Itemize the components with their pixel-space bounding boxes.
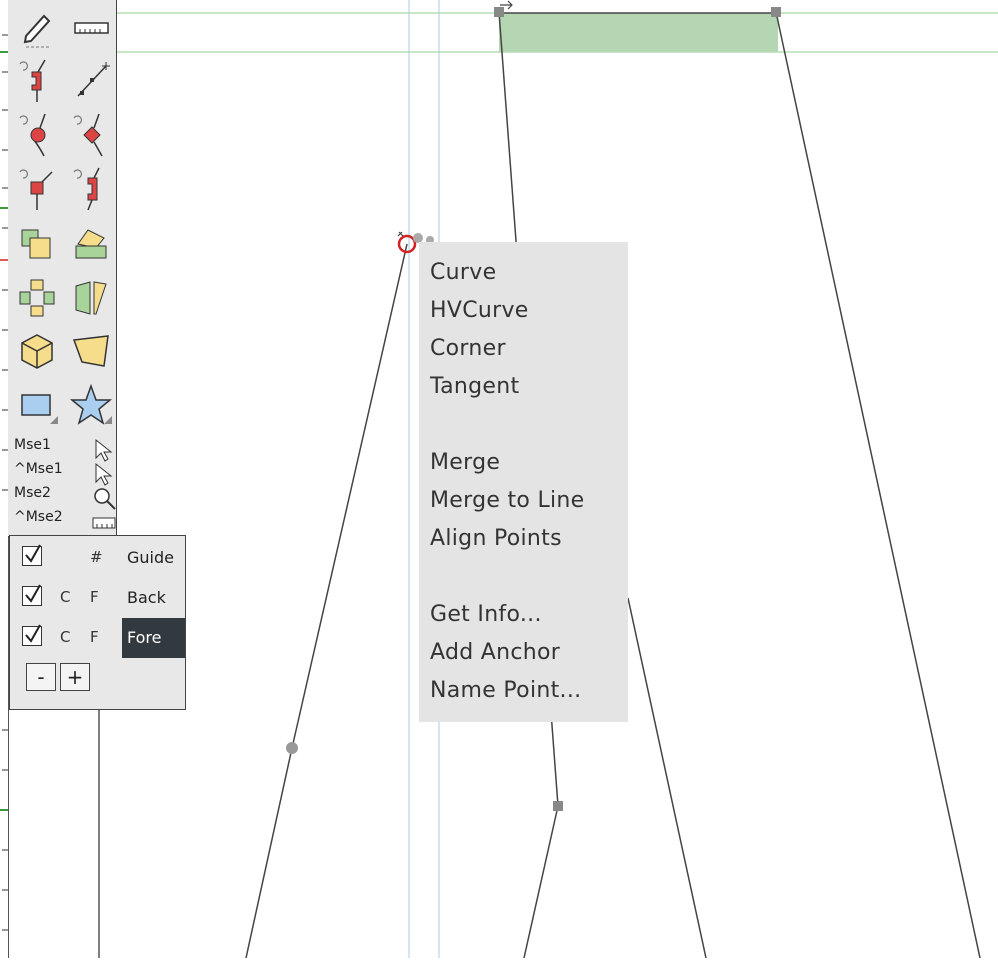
layer-visible-checkbox[interactable] bbox=[22, 624, 42, 646]
point-top-left[interactable] bbox=[494, 7, 504, 17]
menu-item-align-points[interactable]: Align Points bbox=[430, 526, 562, 551]
pointer-icon-2 bbox=[95, 462, 113, 486]
ctrl-mouse2-label: ^Mse2 bbox=[14, 509, 63, 525]
menu-item-merge[interactable]: Merge bbox=[430, 450, 500, 475]
layer-fill-toggle[interactable]: # bbox=[90, 548, 103, 566]
layer-cubic-toggle[interactable]: C bbox=[60, 588, 70, 606]
layer-row-guide[interactable]: # Guide bbox=[10, 538, 185, 578]
skew-tool-icon[interactable] bbox=[66, 218, 116, 268]
glyph-outline-left bbox=[245, 243, 408, 958]
tools-palette: Mse1 ^Mse1 Mse2 ^Mse2 bbox=[8, 0, 117, 537]
rectangle-tool-icon[interactable] bbox=[12, 380, 62, 430]
layer-visible-checkbox[interactable] bbox=[22, 584, 42, 606]
selection-highlight bbox=[499, 13, 778, 52]
layer-row-fore[interactable]: C F Fore bbox=[10, 618, 185, 658]
perspective-tool-icon[interactable] bbox=[66, 326, 116, 376]
scale-tool-icon[interactable] bbox=[12, 218, 62, 268]
glyph-outline-mid bbox=[627, 597, 707, 958]
pencil-tool-icon[interactable] bbox=[12, 2, 62, 52]
layer-name[interactable]: Guide bbox=[122, 538, 185, 578]
menu-item-corner[interactable]: Corner bbox=[430, 336, 506, 361]
glyph-outline-right bbox=[775, 11, 981, 958]
mouse1-label: Mse1 bbox=[14, 437, 51, 453]
layer-name[interactable]: Back bbox=[122, 578, 185, 618]
ruler-small-icon bbox=[92, 517, 116, 529]
menu-item-tangent[interactable]: Tangent bbox=[430, 374, 519, 399]
layer-name-active[interactable]: Fore bbox=[122, 618, 185, 658]
add-curve-point-icon[interactable] bbox=[12, 110, 62, 160]
menu-item-name-point[interactable]: Name Point... bbox=[430, 678, 581, 703]
menu-item-curve[interactable]: Curve bbox=[430, 260, 496, 285]
layer-visible-checkbox[interactable] bbox=[22, 544, 42, 566]
ruler-tool-icon[interactable] bbox=[66, 2, 116, 52]
menu-item-add-anchor[interactable]: Add Anchor bbox=[430, 640, 560, 665]
point-start-marker bbox=[397, 231, 404, 237]
add-tangent-point-icon[interactable] bbox=[12, 164, 62, 214]
remove-layer-button[interactable]: - bbox=[26, 663, 56, 691]
add-corner-point-icon[interactable] bbox=[66, 110, 116, 160]
3d-rotate-tool-icon[interactable] bbox=[12, 326, 62, 376]
menu-item-get-info[interactable]: Get Info... bbox=[430, 602, 542, 627]
layer-fill-toggle[interactable]: F bbox=[90, 628, 99, 646]
menu-item-merge-to-line[interactable]: Merge to Line bbox=[430, 488, 585, 513]
layer-cubic-toggle[interactable]: C bbox=[60, 628, 70, 646]
rotate-tool-icon[interactable] bbox=[12, 272, 62, 322]
point-context-menu: Curve HVCurve Corner Tangent Merge Merge… bbox=[419, 242, 628, 722]
flip-tool-icon[interactable] bbox=[66, 272, 116, 322]
magnify-icon bbox=[94, 488, 116, 510]
layer-fill-toggle[interactable]: F bbox=[90, 588, 99, 606]
knife-tool-icon[interactable] bbox=[66, 56, 116, 106]
point-curve[interactable] bbox=[286, 742, 298, 754]
point-top-right[interactable] bbox=[771, 7, 781, 17]
layers-palette: # Guide C F Back C F Fore - + bbox=[9, 535, 186, 710]
add-hv-curve-point-icon[interactable] bbox=[12, 56, 62, 106]
point-inner[interactable] bbox=[553, 801, 563, 811]
star-tool-icon[interactable] bbox=[66, 380, 116, 430]
add-hv-point-icon[interactable] bbox=[66, 164, 116, 214]
ctrl-mouse1-label: ^Mse1 bbox=[14, 461, 63, 477]
menu-item-hvcurve[interactable]: HVCurve bbox=[430, 298, 529, 323]
pointer-icon bbox=[95, 438, 113, 462]
mouse2-label: Mse2 bbox=[14, 485, 51, 501]
add-layer-button[interactable]: + bbox=[60, 663, 90, 691]
layer-row-back[interactable]: C F Back bbox=[10, 578, 185, 618]
